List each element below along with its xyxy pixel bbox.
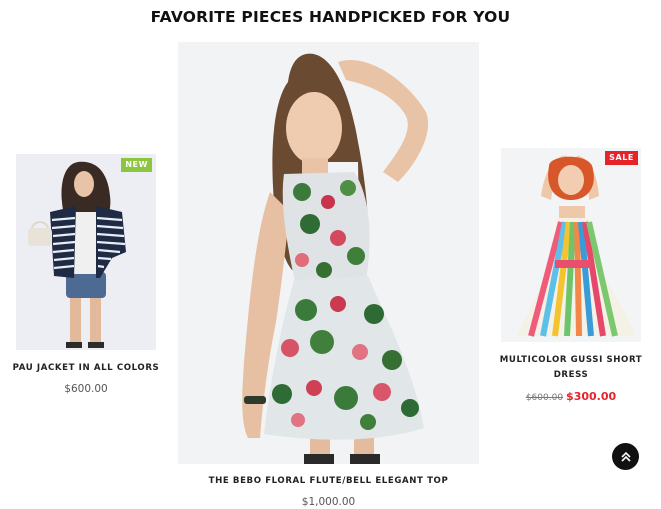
sale-badge: SALE	[605, 151, 638, 165]
product-card-pau-jacket[interactable]: NEW PAU JACKET IN ALL COLORS $600.00	[13, 154, 159, 404]
product-image[interactable]	[178, 42, 479, 464]
product-card-gussi-dress[interactable]: SALE MULTICOLOR GUSSI SHORT DRESS $600.0…	[500, 148, 642, 408]
sale-price: $300.00	[566, 390, 617, 403]
old-price: $600.00	[525, 393, 564, 403]
back-to-top-button[interactable]	[612, 443, 639, 470]
product-name[interactable]: MULTICOLOR GUSSI SHORT DRESS	[497, 353, 645, 383]
product-price: $600.00 $300.00	[501, 390, 641, 405]
new-badge: NEW	[121, 158, 152, 172]
product-price: $600.00	[64, 383, 108, 395]
section-title: FAVORITE PIECES HANDPICKED FOR YOU	[150, 8, 511, 26]
product-image[interactable]: SALE	[501, 148, 641, 342]
product-name[interactable]: PAU JACKET IN ALL COLORS	[6, 361, 166, 376]
product-price: $1,000.00	[301, 496, 356, 508]
product-card-bebo-floral[interactable]: THE BEBO FLORAL FLUTE/BELL ELEGANT TOP $…	[178, 42, 479, 509]
product-name[interactable]: THE BEBO FLORAL FLUTE/BELL ELEGANT TOP	[178, 474, 479, 489]
product-image[interactable]: NEW	[16, 154, 156, 350]
double-chevron-up-icon	[620, 451, 631, 462]
